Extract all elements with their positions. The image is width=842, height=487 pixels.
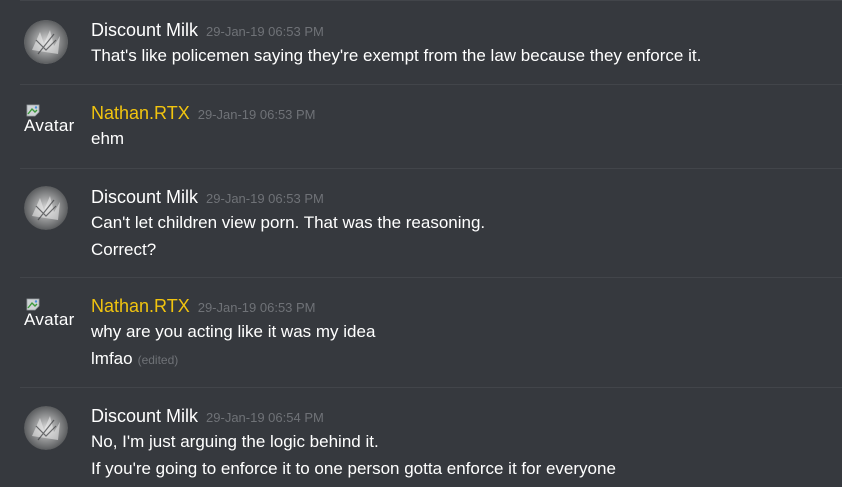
avatar[interactable] [24,20,68,64]
message-header: Nathan.RTX 29-Jan-19 06:53 PM [91,103,832,125]
author-name[interactable]: Discount Milk [91,187,198,207]
sketch-avatar-icon [24,186,68,230]
message-content: Discount Milk 29-Jan-19 06:54 PM No, I'm … [91,406,832,480]
message-content: Nathan.RTX 29-Jan-19 06:53 PM ehm [91,103,832,150]
author-name[interactable]: Discount Milk [91,406,198,426]
message-divider [20,84,842,85]
message-text: why are you acting like it was my idea [91,322,376,341]
avatar[interactable]: Avatar [24,298,80,338]
message-text: ehm [91,129,125,148]
message-content: Nathan.RTX 29-Jan-19 06:53 PM why are you… [91,296,832,371]
message-header: Discount Milk 29-Jan-19 06:53 PM [91,187,832,209]
author-name[interactable]: Nathan.RTX [91,296,190,316]
timestamp: 29-Jan-19 06:53 PM [206,191,324,206]
message-text: lmfao [91,349,133,368]
author-name[interactable]: Discount Milk [91,20,198,40]
message-text-edited: lmfao (edited) [91,348,832,371]
message-text: Correct? [91,240,157,259]
message-header: Discount Milk 29-Jan-19 06:54 PM [91,406,832,428]
avatar[interactable] [24,186,68,230]
message-divider [20,387,842,388]
message-content: Discount Milk 29-Jan-19 06:53 PM Can't le… [91,187,832,261]
chat-log: Discount Milk 29-Jan-19 06:53 PM That's l… [0,0,842,487]
message-text: Can't let children view porn. That was t… [91,213,486,232]
avatar[interactable] [24,406,68,450]
message-text: That's like policemen saying they're exe… [91,46,702,65]
timestamp: 29-Jan-19 06:54 PM [206,410,324,425]
author-name[interactable]: Nathan.RTX [91,103,190,123]
edited-label: (edited) [137,353,179,367]
message-header: Discount Milk 29-Jan-19 06:53 PM [91,20,832,42]
message-text: If you're going to enforce it to one per… [91,459,616,478]
sketch-avatar-icon [24,20,68,64]
message-header: Nathan.RTX 29-Jan-19 06:53 PM [91,296,832,318]
avatar[interactable]: Avatar [24,104,80,144]
avatar-alt-text: Avatar [24,310,75,329]
message-divider [20,168,842,169]
timestamp: 29-Jan-19 06:53 PM [206,24,324,39]
timestamp: 29-Jan-19 06:53 PM [197,300,316,315]
message-text: No, I'm just arguing the logic behind it… [91,432,379,451]
message-divider [20,0,842,1]
message-content: Discount Milk 29-Jan-19 06:53 PM That's l… [91,20,832,67]
sketch-avatar-icon [24,406,68,450]
avatar-alt-text: Avatar [24,116,75,135]
message-divider [20,277,842,278]
timestamp: 29-Jan-19 06:53 PM [197,107,316,122]
